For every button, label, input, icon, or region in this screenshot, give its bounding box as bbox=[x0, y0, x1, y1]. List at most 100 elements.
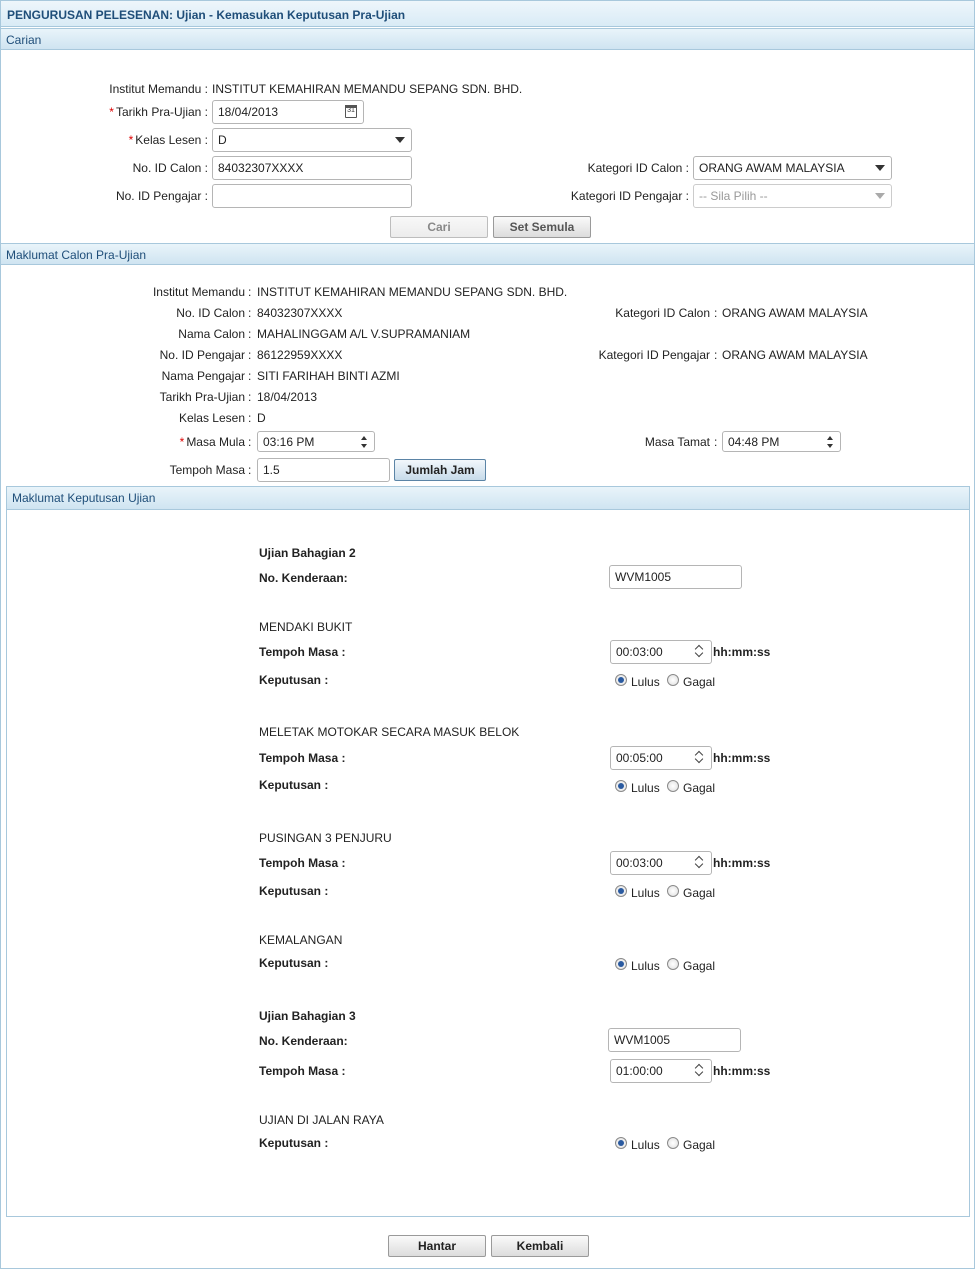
mendaki-lulus-radio[interactable] bbox=[615, 674, 627, 686]
kategori-id-pengajar-select[interactable]: -- Sila Pilih -- bbox=[693, 184, 892, 208]
search-kategori-pengajar-label: Kategori ID Pengajar : bbox=[570, 189, 689, 203]
mendaki-tempoh-label: Tempoh Masa : bbox=[259, 645, 346, 659]
chevron-down-icon bbox=[395, 137, 405, 143]
kelas-lesen-select[interactable]: D bbox=[212, 128, 412, 152]
jalanraya-gagal-radio[interactable] bbox=[667, 1137, 679, 1149]
id-pengajar-input[interactable] bbox=[212, 184, 412, 208]
calon-nama-calon-value: MAHALINGGAM A/L V.SUPRAMANIAM bbox=[257, 327, 471, 341]
lulus-label: Lulus bbox=[631, 781, 660, 795]
bahagian2-kenderaan-label: No. Kenderaan: bbox=[259, 571, 348, 585]
calon-masa-tamat-label: Masa Tamat bbox=[644, 435, 710, 449]
meletak-gagal-radio[interactable] bbox=[667, 780, 679, 792]
colon: : bbox=[248, 411, 252, 425]
colon: : bbox=[714, 435, 718, 449]
pusingan-tempoh-input[interactable]: 00:03:00 bbox=[610, 851, 712, 875]
gagal-label: Gagal bbox=[683, 959, 716, 973]
kembali-button[interactable]: Kembali bbox=[491, 1235, 589, 1257]
kelas-lesen-value: D bbox=[218, 133, 227, 147]
bahagian3-tempoh-input[interactable]: 01:00:00 bbox=[610, 1059, 712, 1083]
masa-mula-value: 03:16 PM bbox=[263, 435, 315, 449]
meletak-lulus-radio[interactable] bbox=[615, 780, 627, 792]
mendaki-gagal-radio[interactable] bbox=[667, 674, 679, 686]
unit-label: hh:mm:ss bbox=[713, 1064, 771, 1078]
pusingan-keputusan-label: Keputusan : bbox=[259, 884, 329, 898]
calon-tempoh-label: Tempoh Masa bbox=[169, 463, 245, 477]
masa-mula-input[interactable]: 03:16 PM bbox=[257, 431, 375, 452]
page-title: PENGURUSAN PELESENAN: Ujian - Kemasukan … bbox=[7, 8, 406, 22]
colon: : bbox=[714, 306, 718, 320]
hantar-button[interactable]: Hantar bbox=[388, 1235, 486, 1257]
masa-tamat-input[interactable]: 04:48 PM bbox=[722, 431, 841, 452]
calendar-icon[interactable]: 31 bbox=[345, 105, 357, 118]
lulus-label: Lulus bbox=[631, 959, 660, 973]
pusingan-title: PUSINGAN 3 PENJURU bbox=[259, 831, 392, 845]
bahagian3-title: Ujian Bahagian 3 bbox=[259, 1009, 356, 1023]
set-semula-button[interactable]: Set Semula bbox=[493, 216, 591, 238]
calon-section-title: Maklumat Calon Pra-Ujian bbox=[6, 248, 147, 262]
page-title-bar: PENGURUSAN PELESENAN: Ujian - Kemasukan … bbox=[1, 1, 974, 27]
id-calon-value: 84032307XXXX bbox=[218, 161, 304, 175]
calon-kelas-label: Kelas Lesen bbox=[178, 411, 245, 425]
tempoh-masa-input[interactable]: 1.5 bbox=[257, 458, 390, 482]
meletak-tempoh-label: Tempoh Masa : bbox=[259, 751, 346, 765]
calon-nama-pengajar-value: SITI FARIHAH BINTI AZMI bbox=[257, 369, 400, 383]
colon: : bbox=[248, 435, 252, 449]
calon-institut-value: INSTITUT KEMAHIRAN MEMANDU SEPANG SDN. B… bbox=[257, 285, 568, 299]
pusingan-gagal-radio[interactable] bbox=[667, 885, 679, 897]
mendaki-keputusan-label: Keputusan : bbox=[259, 673, 329, 687]
bahagian3-tempoh-value: 01:00:00 bbox=[616, 1064, 663, 1078]
kemalangan-title: KEMALANGAN bbox=[259, 933, 343, 947]
cari-button[interactable]: Cari bbox=[390, 216, 488, 238]
kategori-id-calon-select[interactable]: ORANG AWAM MALAYSIA bbox=[693, 156, 892, 180]
id-calon-input[interactable]: 84032307XXXX bbox=[212, 156, 412, 180]
colon: : bbox=[248, 348, 252, 362]
spinner-icon[interactable] bbox=[694, 750, 705, 765]
jumlah-jam-button[interactable]: Jumlah Jam bbox=[394, 459, 486, 481]
colon: : bbox=[248, 390, 252, 404]
calon-kategori-pengajar-value: ORANG AWAM MALAYSIA bbox=[722, 348, 868, 362]
calon-masa-mula-label: * Masa Mula bbox=[100, 435, 245, 449]
jalanraya-lulus-radio[interactable] bbox=[615, 1137, 627, 1149]
lulus-label: Lulus bbox=[631, 1138, 660, 1152]
mendaki-title: MENDAKI BUKIT bbox=[259, 620, 353, 634]
keputusan-frame bbox=[6, 486, 970, 1217]
spinner-icon[interactable] bbox=[694, 855, 705, 870]
chevron-down-icon bbox=[875, 193, 885, 199]
pusingan-lulus-radio[interactable] bbox=[615, 885, 627, 897]
bahagian2-kenderaan-input[interactable]: WVM1005 bbox=[609, 565, 742, 589]
search-id-pengajar-label: No. ID Pengajar : bbox=[115, 189, 208, 203]
unit-label: hh:mm:ss bbox=[713, 751, 771, 765]
bahagian3-kenderaan-input[interactable]: WVM1005 bbox=[608, 1028, 741, 1052]
calon-tarikh-label: Tarikh Pra-Ujian bbox=[159, 390, 245, 404]
meletak-tempoh-input[interactable]: 00:05:00 bbox=[610, 746, 712, 770]
calon-id-pengajar-label: No. ID Pengajar bbox=[159, 348, 245, 362]
search-section-title: Carian bbox=[6, 33, 42, 47]
keputusan-section-header: Maklumat Keputusan Ujian bbox=[7, 487, 969, 510]
pusingan-tempoh-label: Tempoh Masa : bbox=[259, 856, 346, 870]
unit-label: hh:mm:ss bbox=[713, 856, 771, 870]
calendar-icon-text: 31 bbox=[347, 107, 355, 114]
calon-kategori-calon-label: Kategori ID Calon bbox=[615, 306, 710, 320]
spinner-icon[interactable] bbox=[694, 1063, 705, 1078]
spinner-icon[interactable] bbox=[694, 644, 705, 659]
unit-label: hh:mm:ss bbox=[713, 645, 771, 659]
spinner-icon[interactable] bbox=[360, 435, 369, 451]
jalanraya-title: UJIAN DI JALAN RAYA bbox=[259, 1113, 384, 1127]
search-section-header: Carian bbox=[1, 28, 974, 50]
bahagian3-kenderaan-label: No. Kenderaan: bbox=[259, 1034, 348, 1048]
calon-institut-label: Institut Memandu bbox=[152, 285, 245, 299]
lulus-label: Lulus bbox=[631, 675, 660, 689]
mendaki-tempoh-input[interactable]: 00:03:00 bbox=[610, 640, 712, 664]
tarikh-pra-ujian-input[interactable]: 18/04/2013 31 bbox=[212, 100, 364, 124]
kategori-id-calon-value: ORANG AWAM MALAYSIA bbox=[699, 161, 845, 175]
colon: : bbox=[714, 348, 718, 362]
tarikh-pra-ujian-value: 18/04/2013 bbox=[218, 105, 279, 119]
required-mark: * bbox=[109, 105, 114, 119]
colon: : bbox=[248, 306, 252, 320]
spinner-icon[interactable] bbox=[826, 435, 835, 451]
calon-nama-pengajar-label: Nama Pengajar bbox=[161, 369, 245, 383]
kemalangan-gagal-radio[interactable] bbox=[667, 958, 679, 970]
masa-tamat-value: 04:48 PM bbox=[728, 435, 780, 449]
gagal-label: Gagal bbox=[683, 886, 716, 900]
kemalangan-lulus-radio[interactable] bbox=[615, 958, 627, 970]
